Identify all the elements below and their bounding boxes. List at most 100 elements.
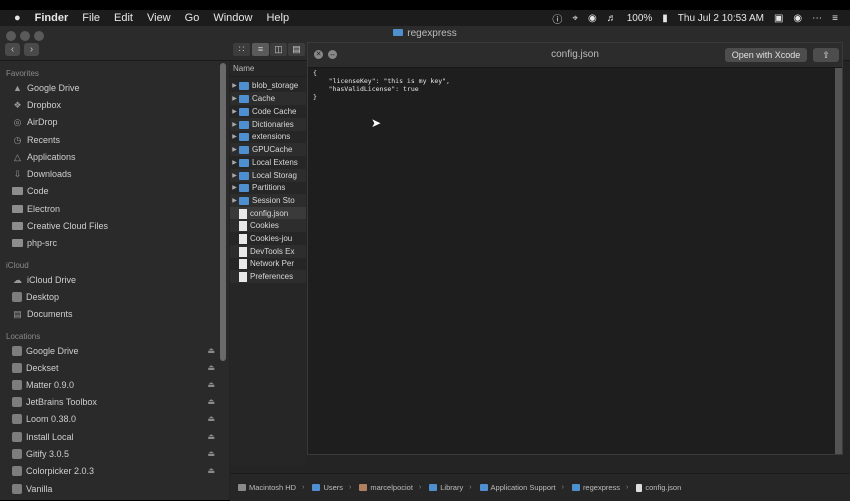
apple-icon[interactable]: ● [14, 12, 21, 24]
folder-icon [239, 183, 249, 192]
share-button[interactable]: ⇧ [813, 48, 839, 62]
file-row-code-cache[interactable]: ▶ Code Cache [230, 105, 306, 118]
disclosure-triangle-icon[interactable]: ▶ [230, 159, 239, 166]
gallery-view-button[interactable]: ▤ [288, 43, 305, 56]
drive-icon [12, 362, 22, 373]
eject-icon[interactable]: ⏏ [207, 414, 215, 423]
file-row-session-storage[interactable]: ▶ Session Sto [230, 194, 306, 207]
column-view-button[interactable]: ◫ [270, 43, 287, 56]
path-segment-users[interactable]: Users [312, 483, 343, 492]
eject-icon[interactable]: ⏏ [207, 432, 215, 441]
preview-title: config.json [551, 49, 599, 60]
fullscreen-preview-icon[interactable]: ↔ [328, 50, 337, 59]
file-row-blob-storage[interactable]: ▶ blob_storage [230, 79, 306, 92]
file-row-cookies[interactable]: Cookies [230, 219, 306, 232]
menu-view[interactable]: View [147, 12, 171, 24]
file-row-cache[interactable]: ▶ Cache [230, 92, 306, 105]
path-segment-user[interactable]: marcelpociot [359, 483, 413, 492]
menu-help[interactable]: Help [266, 12, 289, 24]
forward-button[interactable]: › [24, 43, 39, 56]
sidebar-item-documents[interactable]: ▤ Documents [12, 305, 217, 322]
drive-icon [12, 483, 22, 494]
sidebar-item-icloud-drive[interactable]: ☁ iCloud Drive [12, 271, 217, 288]
battery-icon[interactable]: ▮ [662, 13, 668, 24]
file-content: { "licenseKey": "this is my key", "hasVa… [313, 69, 450, 101]
sidebar-item-google-drive[interactable]: ▲ Google Drive [12, 79, 217, 96]
eject-icon[interactable]: ⏏ [207, 466, 215, 475]
disclosure-triangle-icon[interactable]: ▶ [230, 184, 239, 191]
menu-go[interactable]: Go [185, 12, 200, 24]
sidebar-item-deckset[interactable]: Deckset ⏏ [12, 359, 217, 376]
sidebar-item-applications[interactable]: △ Applications [12, 148, 217, 165]
path-segment-config-json[interactable]: config.json [636, 483, 681, 492]
eject-icon[interactable]: ⏏ [207, 449, 215, 458]
disclosure-triangle-icon[interactable]: ▶ [230, 197, 239, 204]
notification-center-icon[interactable]: ≡ [832, 13, 838, 24]
screen-mirror-icon[interactable]: ▣ [774, 13, 783, 24]
file-row-preferences[interactable]: Preferences [230, 270, 306, 283]
sidebar-item-code[interactable]: Code [12, 182, 217, 199]
sidebar-scrollbar[interactable] [220, 63, 226, 361]
wifi-icon[interactable]: ◉ [588, 13, 597, 24]
info-icon[interactable]: ⓘ [552, 11, 562, 26]
path-segment-application-support[interactable]: Application Support [479, 483, 556, 492]
sidebar-item-downloads[interactable]: ⇩ Downloads [12, 165, 217, 182]
file-row-partitions[interactable]: ▶ Partitions [230, 181, 306, 194]
preview-scrollbar[interactable] [835, 68, 842, 454]
disclosure-triangle-icon[interactable]: ▶ [230, 121, 239, 128]
more-icon[interactable]: ⋯ [812, 13, 822, 24]
sidebar-item-dropbox[interactable]: ❖ Dropbox [12, 96, 217, 113]
sidebar-item-creative-cloud-files[interactable]: Creative Cloud Files [12, 217, 217, 234]
column-header-name[interactable]: Name [230, 61, 306, 77]
clock[interactable]: Thu Jul 2 10:53 AM [678, 13, 764, 24]
path-segment-library[interactable]: Library [429, 483, 463, 492]
sidebar-item-jetbrains-toolbox[interactable]: JetBrains Toolbox ⏏ [12, 393, 217, 410]
disclosure-triangle-icon[interactable]: ▶ [230, 172, 239, 179]
sidebar-item-gitify[interactable]: Gitify 3.0.5 ⏏ [12, 445, 217, 462]
file-row-extensions[interactable]: ▶ extensions [230, 130, 306, 143]
menu-edit[interactable]: Edit [114, 12, 133, 24]
back-button[interactable]: ‹ [5, 43, 20, 56]
siri-icon[interactable]: ◉ [793, 13, 802, 24]
network-icon[interactable]: ⌖ [572, 13, 578, 24]
disclosure-triangle-icon[interactable]: ▶ [230, 133, 239, 140]
disclosure-triangle-icon[interactable]: ▶ [230, 108, 239, 115]
file-row-network-persistent-state[interactable]: Network Per [230, 257, 306, 270]
sidebar-item-recents[interactable]: ◷ Recents [12, 131, 217, 148]
sidebar-item-php-src[interactable]: php-src [12, 234, 217, 251]
path-segment-macintosh-hd[interactable]: Macintosh HD [238, 483, 296, 492]
sidebar-item-install-local[interactable]: Install Local ⏏ [12, 428, 217, 445]
sidebar-section-locations: Locations [6, 332, 41, 341]
icon-view-button[interactable]: ∷ [233, 43, 250, 56]
menu-window[interactable]: Window [213, 12, 252, 24]
sidebar-item-desktop[interactable]: Desktop [12, 288, 217, 305]
sidebar-item-matter[interactable]: Matter 0.9.0 ⏏ [12, 376, 217, 393]
drive-icon [12, 413, 22, 424]
path-bar: Macintosh HD › Users › marcelpociot › Li… [230, 473, 850, 501]
disclosure-triangle-icon[interactable]: ▶ [230, 82, 239, 89]
sidebar-item-loom[interactable]: Loom 0.38.0 ⏏ [12, 410, 217, 427]
eject-icon[interactable]: ⏏ [207, 380, 215, 389]
file-row-cookies-journal[interactable]: Cookies-jou [230, 232, 306, 245]
file-row-local-extension-settings[interactable]: ▶ Local Extens [230, 156, 306, 169]
drive-icon [12, 431, 22, 442]
folder-icon [239, 81, 249, 90]
menu-finder[interactable]: Finder [35, 12, 69, 24]
sidebar-item-airdrop[interactable]: ◎ AirDrop [12, 113, 217, 130]
open-with-xcode-button[interactable]: Open with Xcode [725, 48, 807, 62]
eject-icon[interactable]: ⏏ [207, 346, 215, 355]
disclosure-triangle-icon[interactable]: ▶ [230, 146, 239, 153]
menu-file[interactable]: File [82, 12, 100, 24]
close-preview-icon[interactable]: ✕ [314, 50, 323, 59]
sidebar-item-vanilla[interactable]: Vanilla [12, 480, 217, 497]
sidebar-item-colorpicker[interactable]: Colorpicker 2.0.3 ⏏ [12, 462, 217, 479]
sidebar-item-electron[interactable]: Electron [12, 200, 217, 217]
eject-icon[interactable]: ⏏ [207, 363, 215, 372]
disclosure-triangle-icon[interactable]: ▶ [230, 95, 239, 102]
sidebar-item-location-google-drive[interactable]: Google Drive ⏏ [12, 342, 217, 359]
file-row-gpucache[interactable]: ▶ GPUCache [230, 143, 306, 156]
list-view-button[interactable]: ≡ [252, 43, 269, 56]
volume-icon[interactable]: ♬ [607, 13, 617, 24]
eject-icon[interactable]: ⏏ [207, 397, 215, 406]
path-segment-regexpress[interactable]: regexpress [571, 483, 620, 492]
